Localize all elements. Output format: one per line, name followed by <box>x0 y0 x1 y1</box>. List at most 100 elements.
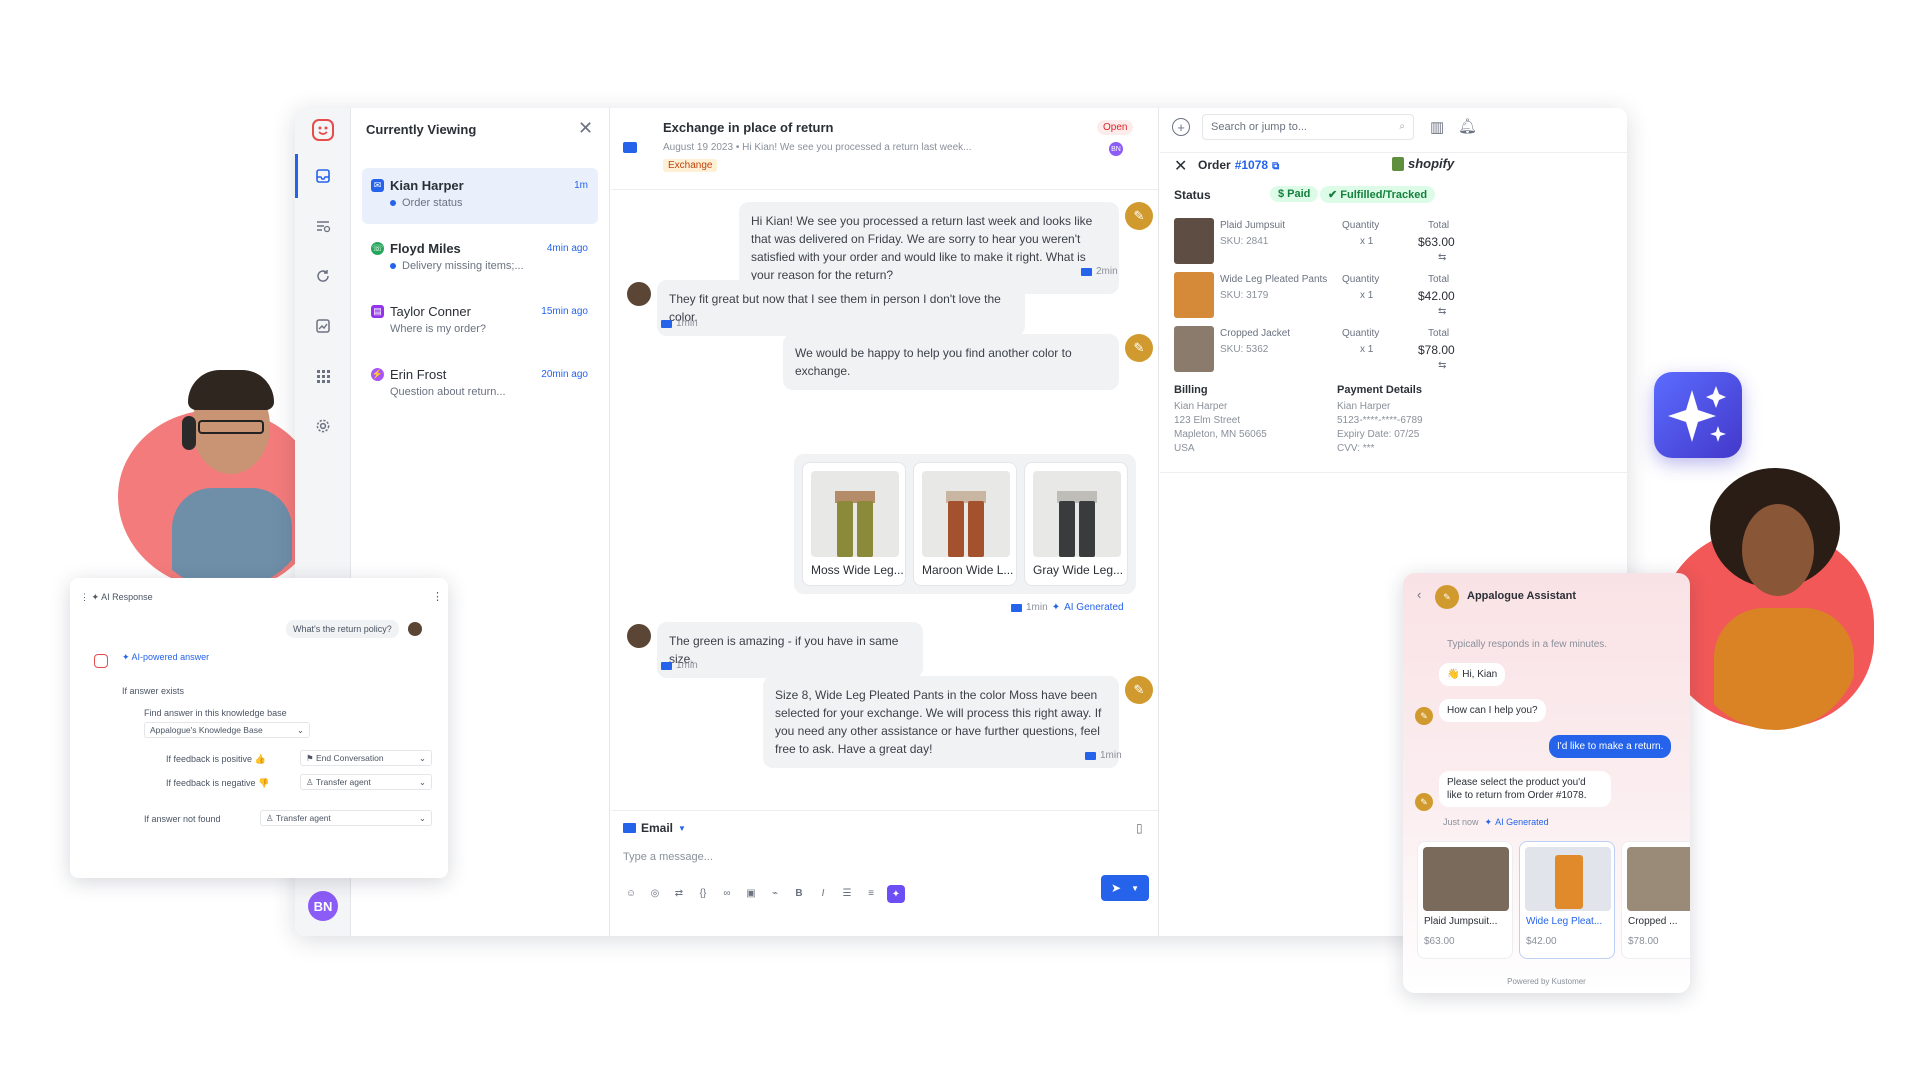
total-value: $78.00 <box>1418 343 1455 357</box>
target-icon[interactable]: ◎ <box>647 885 663 901</box>
back-chevron-icon[interactable]: ‹ <box>1417 587 1421 602</box>
agent-message: We would be happy to help you find anoth… <box>783 334 1119 390</box>
conversation-tag[interactable]: Exchange <box>663 159 718 172</box>
close-icon[interactable]: ✕ <box>1174 156 1187 176</box>
user-avatar[interactable]: BN <box>308 891 338 921</box>
exchange-icon[interactable]: ⇆ <box>1438 306 1446 317</box>
product-name: Wide Leg Pleat... <box>1526 916 1603 927</box>
conversation-item[interactable]: ▤ Taylor Conner 15min ago Where is my or… <box>362 294 598 350</box>
inbox-icon[interactable] <box>311 164 335 188</box>
app-logo-icon[interactable] <box>311 118 335 142</box>
search-list-icon[interactable] <box>311 214 335 238</box>
ai-assist-icon[interactable]: ✦ <box>887 885 905 903</box>
total-label: Total <box>1428 220 1450 231</box>
order-item[interactable]: Cropped Jacket SKU: 5362 Quantity x 1 To… <box>1174 326 1490 378</box>
reports-icon[interactable] <box>311 314 335 338</box>
apps-grid-icon[interactable] <box>311 364 335 388</box>
italic-icon[interactable]: I <box>815 885 831 901</box>
total-value: $42.00 <box>1418 289 1455 303</box>
bullet-list-icon[interactable]: ≡ <box>863 885 879 901</box>
pants-image <box>1057 491 1097 557</box>
settings-gear-icon[interactable] <box>311 414 335 438</box>
conversation-time: 4min ago <box>546 243 588 254</box>
refresh-icon[interactable] <box>311 264 335 288</box>
conversation-time: 1m <box>574 180 588 191</box>
top-bar: + Search or jump to... ⌕ ▥ 🔔︎ <box>1160 108 1627 148</box>
negative-action-select[interactable]: ♙ Transfer agent ⌄ <box>300 774 432 790</box>
exchange-icon[interactable]: ⇆ <box>1438 360 1446 371</box>
product-card[interactable]: Plaid Jumpsuit... $63.00 <box>1417 841 1513 959</box>
chevron-down-icon: ▼ <box>1131 883 1139 893</box>
send-button[interactable]: ➤ ▼ <box>1101 875 1149 901</box>
flag-icon: ⚑ <box>306 753 316 763</box>
product-card[interactable]: Gray Wide Leg... <box>1024 462 1128 586</box>
check-circle-icon: ✔ <box>1328 189 1341 201</box>
emoji-icon[interactable]: ☺ <box>623 885 639 901</box>
attachment-icon[interactable]: ⌁ <box>767 885 783 901</box>
chat-panel: Exchange in place of return August 19 20… <box>611 108 1159 936</box>
message-time: 1min <box>676 660 698 671</box>
product-price: $42.00 <box>1526 936 1557 947</box>
user-message: I'd like to make a return. <box>1549 735 1672 758</box>
link-icon[interactable]: ∞ <box>719 885 735 901</box>
product-image <box>1525 847 1611 911</box>
knowledge-base-select[interactable]: Appalogue's Knowledge Base ⌄ <box>144 722 310 738</box>
product-label: Gray Wide Leg... <box>1033 563 1124 577</box>
order-number-link[interactable]: #1078 <box>1235 158 1268 172</box>
plus-icon[interactable]: + <box>1172 118 1190 136</box>
bell-icon[interactable]: 🔔︎ <box>1458 117 1477 135</box>
quantity-value: x 1 <box>1360 290 1374 301</box>
clipboard-icon[interactable]: ▯ <box>1136 821 1143 835</box>
close-icon[interactable]: ✕ <box>578 118 593 139</box>
sparkle-icon: ✦ <box>91 592 102 602</box>
status-badge[interactable]: Open <box>1097 120 1134 135</box>
conversation-item[interactable]: ✉ Kian Harper 1m Order status <box>362 168 598 224</box>
email-icon <box>1081 267 1092 276</box>
email-icon <box>1085 751 1096 760</box>
conversation-time: 20min ago <box>541 369 588 380</box>
order-item[interactable]: Wide Leg Pleated Pants SKU: 3179 Quantit… <box>1174 272 1490 324</box>
product-card[interactable]: Moss Wide Leg... <box>802 462 906 586</box>
bot-message: 👋 Hi, Kian <box>1439 663 1506 686</box>
more-options-icon[interactable]: ⋮ <box>432 590 443 603</box>
variable-icon[interactable]: ⇄ <box>671 885 687 901</box>
not-found-action-select[interactable]: ♙ Transfer agent ⌄ <box>260 810 432 826</box>
product-card[interactable]: Maroon Wide L... <box>913 462 1017 586</box>
ai-generated-label: AI Generated <box>1064 602 1124 613</box>
send-icon: ➤ <box>1111 881 1122 895</box>
product-card[interactable]: Wide Leg Pleat... $42.00 <box>1519 841 1615 959</box>
channel-selector[interactable]: Email ▼ <box>623 821 686 835</box>
conversation-item[interactable]: ⚡ Erin Frost 20min ago Question about re… <box>362 357 598 413</box>
quantity-label: Quantity <box>1342 220 1380 231</box>
code-icon[interactable]: {} <box>695 885 711 901</box>
ai-answer-label: AI-powered answer <box>131 652 210 662</box>
drag-handle-icon[interactable]: ⋮ <box>80 592 92 602</box>
numbered-list-icon[interactable]: ☰ <box>839 885 855 901</box>
product-card[interactable]: Cropped ... $78.00 <box>1621 841 1690 959</box>
bot-avatar-icon: ✎ <box>1125 676 1153 704</box>
order-item[interactable]: Plaid Jumpsuit SKU: 2841 Quantity x 1 To… <box>1174 218 1490 270</box>
quantity-label: Quantity <box>1342 328 1380 339</box>
sparkle-icon: ✦ <box>1051 602 1061 613</box>
product-price: $63.00 <box>1424 936 1455 947</box>
order-title: Order #1078 ⧉ <box>1198 158 1280 172</box>
message-input[interactable]: Type a message... <box>623 851 713 863</box>
product-carousel: Moss Wide Leg... Maroon Wide L... Gray W… <box>794 454 1136 594</box>
positive-action-select[interactable]: ⚑ End Conversation ⌄ <box>300 750 432 766</box>
item-sku: SKU: 2841 <box>1220 236 1269 247</box>
conversation-item[interactable]: ☏ Floyd Miles 4min ago Delivery missing … <box>362 231 598 287</box>
exchange-icon[interactable]: ⇆ <box>1438 252 1446 263</box>
assignee-avatar[interactable]: BN <box>1109 142 1123 156</box>
image-icon[interactable]: ▣ <box>743 885 759 901</box>
bold-icon[interactable]: B <box>791 885 807 901</box>
external-link-icon[interactable]: ⧉ <box>1272 161 1279 172</box>
pant-leg <box>968 501 984 557</box>
search-input[interactable]: Search or jump to... ⌕ <box>1202 114 1414 140</box>
channel-label: Email <box>641 821 674 835</box>
item-sku: SKU: 3179 <box>1220 290 1269 301</box>
book-icon[interactable]: ▥ <box>1430 118 1444 136</box>
pant-leg <box>948 501 964 557</box>
chevron-down-icon: ⌄ <box>418 813 426 823</box>
item-sku: SKU: 5362 <box>1220 344 1269 355</box>
conversation-subject: Exchange in place of return <box>663 120 834 135</box>
